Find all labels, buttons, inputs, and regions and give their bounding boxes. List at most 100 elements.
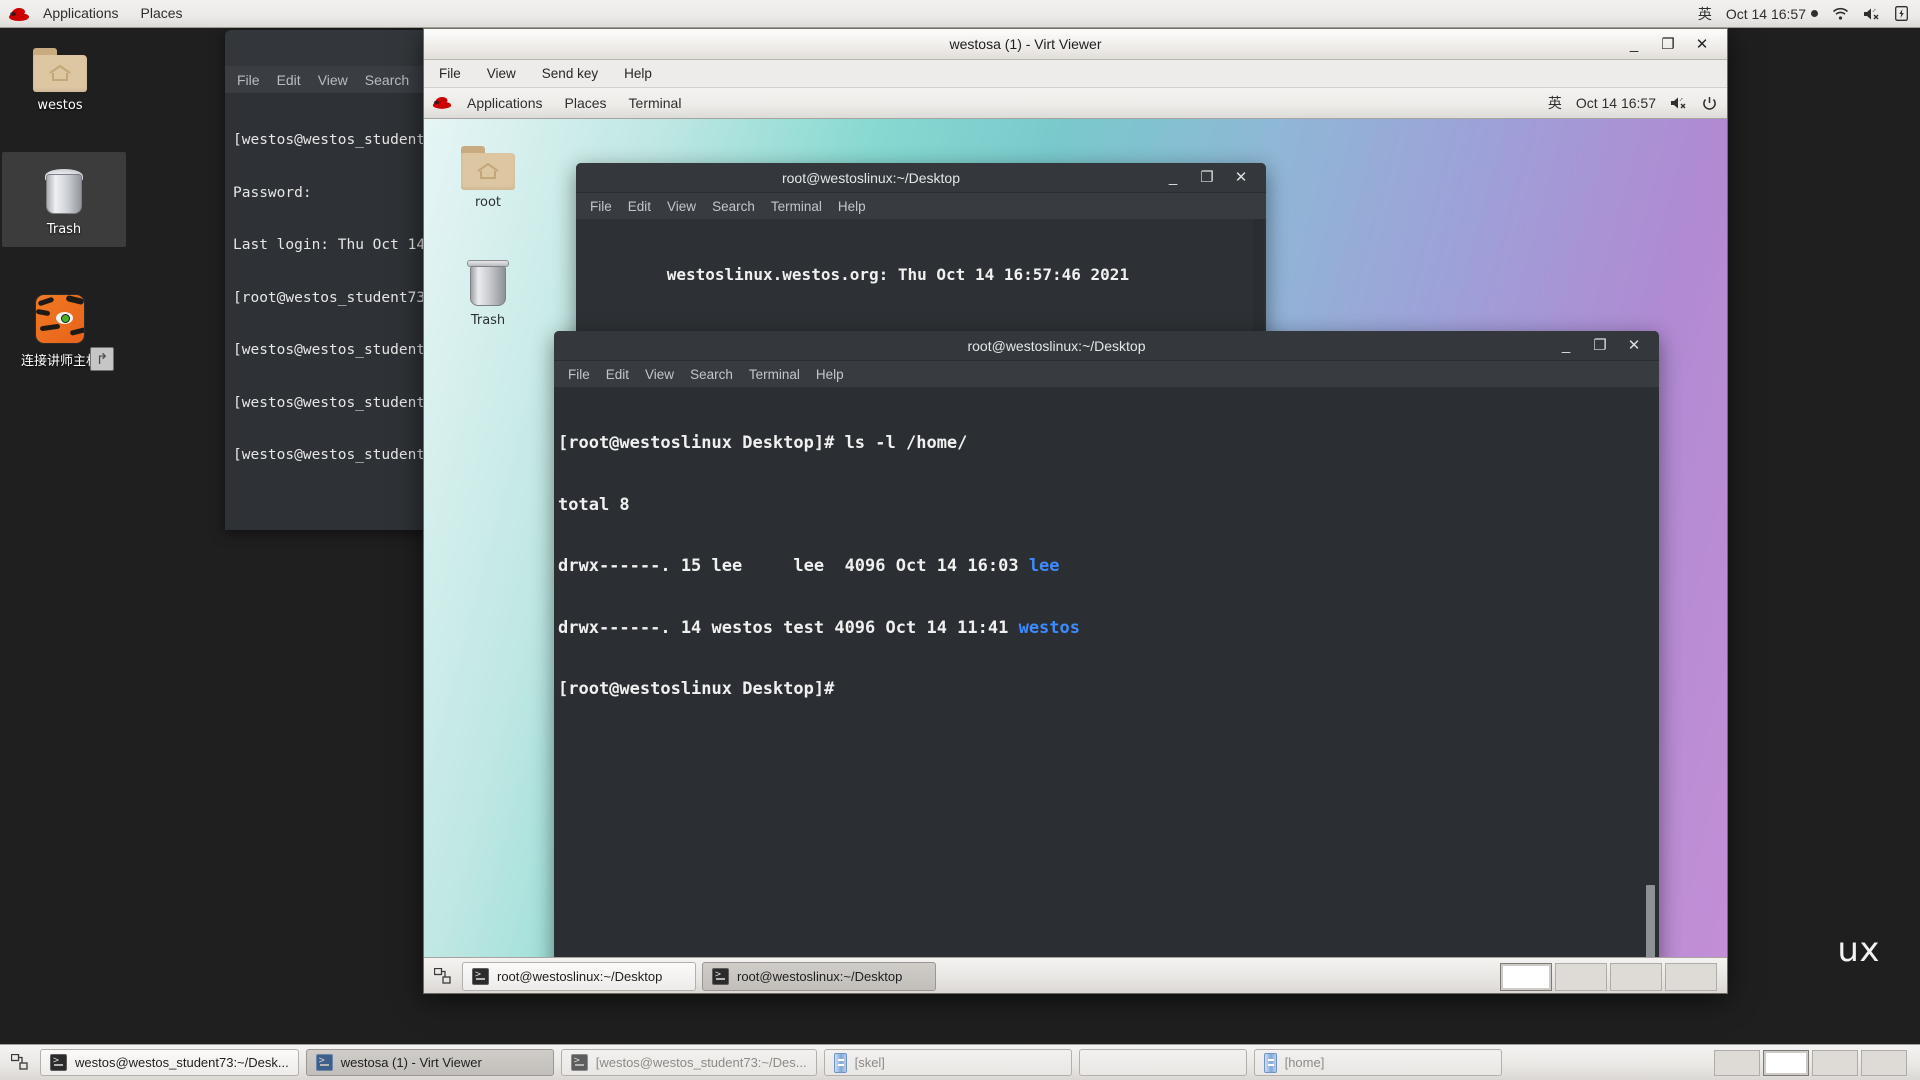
host-workspace-1[interactable] bbox=[1714, 1050, 1760, 1076]
vm-workspace-4[interactable] bbox=[1665, 963, 1717, 991]
vm-back-terminal-menubar[interactable]: File Edit View Search Terminal Help bbox=[576, 193, 1266, 219]
vm-taskbar[interactable]: root@westoslinux:~/Desktop root@westosli… bbox=[424, 957, 1728, 994]
menu-terminal[interactable]: Terminal bbox=[771, 199, 822, 214]
menu-edit[interactable]: Edit bbox=[628, 199, 651, 214]
virt-viewer-icon bbox=[316, 1054, 333, 1071]
maximize-button[interactable]: ❐ bbox=[1200, 170, 1214, 185]
menu-edit[interactable]: Edit bbox=[606, 367, 629, 382]
vm-taskbar-item-terminal-1[interactable]: root@westoslinux:~/Desktop bbox=[462, 962, 696, 991]
vm-top-panel[interactable]: Applications Places Terminal 英 Oct 14 16… bbox=[424, 88, 1728, 119]
host-top-panel[interactable]: Applications Places 英 Oct 14 16:57 bbox=[0, 0, 1920, 28]
show-desktop-icon[interactable] bbox=[430, 964, 454, 990]
recording-dot-icon bbox=[1811, 10, 1818, 17]
menu-help[interactable]: Help bbox=[619, 64, 657, 83]
minimize-button[interactable]: _ bbox=[1559, 338, 1573, 353]
minimize-button[interactable]: _ bbox=[1166, 170, 1180, 185]
battery-icon[interactable] bbox=[1895, 6, 1908, 21]
terminal-line: [root@westoslinux Desktop]# ls -l /home/ bbox=[558, 433, 1653, 454]
wifi-icon[interactable] bbox=[1832, 7, 1849, 21]
menu-help[interactable]: Help bbox=[816, 367, 844, 382]
close-button[interactable]: ✕ bbox=[1695, 37, 1709, 52]
menu-applications[interactable]: Applications bbox=[456, 88, 554, 118]
power-icon[interactable] bbox=[1702, 96, 1717, 111]
tiger-app-icon: ↱ bbox=[8, 288, 112, 344]
menu-send-key[interactable]: Send key bbox=[537, 64, 603, 83]
terminal-line: westoslinux.westos.org: Thu Oct 14 16:57… bbox=[580, 265, 1260, 286]
trash-full-icon bbox=[2, 160, 126, 216]
vm-front-terminal-titlebar[interactable]: root@westoslinux:~/Desktop _ ❐ ✕ bbox=[554, 331, 1659, 361]
menu-file[interactable]: File bbox=[590, 199, 612, 214]
menu-view[interactable]: View bbox=[645, 367, 674, 382]
host-taskbar[interactable]: westos@westos_student73:~/Desk... westos… bbox=[0, 1044, 1920, 1080]
desktop-icon-connect-teacher-host[interactable]: ↱ 连接讲师主机 bbox=[8, 288, 112, 369]
host-panel-status-area[interactable]: 英 Oct 14 16:57 bbox=[1698, 4, 1920, 24]
menu-help[interactable]: Help bbox=[838, 199, 866, 214]
taskbar-item-label: [home] bbox=[1285, 1055, 1325, 1070]
maximize-button[interactable]: ❐ bbox=[1661, 37, 1675, 52]
close-button[interactable]: ✕ bbox=[1234, 170, 1248, 185]
host-workspace-3[interactable] bbox=[1812, 1050, 1858, 1076]
menu-view[interactable]: View bbox=[667, 199, 696, 214]
vm-taskbar-item-terminal-2[interactable]: root@westoslinux:~/Desktop bbox=[702, 962, 936, 991]
vm-workspace-2[interactable] bbox=[1555, 963, 1607, 991]
host-workspace-switcher[interactable] bbox=[1714, 1050, 1913, 1076]
menu-places[interactable]: Places bbox=[130, 0, 194, 27]
virt-viewer-titlebar[interactable]: westosa (1) - Virt Viewer _ ❐ ✕ bbox=[424, 29, 1727, 60]
close-button[interactable]: ✕ bbox=[1627, 338, 1641, 353]
menu-terminal[interactable]: Terminal bbox=[618, 88, 693, 118]
menu-file[interactable]: File bbox=[568, 367, 590, 382]
speaker-muted-icon[interactable] bbox=[1670, 96, 1688, 110]
clock[interactable]: Oct 14 16:57 bbox=[1576, 95, 1656, 111]
menu-applications[interactable]: Applications bbox=[32, 0, 130, 27]
vm-front-terminal-window-controls[interactable]: _ ❐ ✕ bbox=[1559, 338, 1659, 353]
vm-desktop-icon-root[interactable]: root bbox=[440, 138, 536, 210]
terminal-icon bbox=[472, 968, 489, 985]
taskbar-item-terminal-westos[interactable]: westos@westos_student73:~/Desk... bbox=[40, 1049, 299, 1076]
virt-viewer-window-controls[interactable]: _ ❐ ✕ bbox=[1627, 37, 1727, 52]
menu-view[interactable]: View bbox=[318, 72, 348, 88]
maximize-button[interactable]: ❐ bbox=[1593, 338, 1607, 353]
vm-desktop-icon-trash[interactable]: Trash bbox=[440, 256, 536, 328]
taskbar-item-virt-viewer[interactable]: westosa (1) - Virt Viewer bbox=[306, 1049, 554, 1076]
host-workspace-2[interactable] bbox=[1763, 1050, 1809, 1076]
vm-workspace-switcher[interactable] bbox=[1500, 963, 1723, 991]
menu-view[interactable]: View bbox=[482, 64, 521, 83]
vm-workspace-1[interactable] bbox=[1500, 963, 1552, 991]
taskbar-item-terminal-minimized[interactable]: [westos@westos_student73:~/Des... bbox=[561, 1049, 817, 1076]
virt-viewer-window[interactable]: westosa (1) - Virt Viewer _ ❐ ✕ File Vie… bbox=[423, 28, 1728, 994]
input-method-indicator[interactable]: 英 bbox=[1548, 93, 1562, 113]
desktop-icon-westos[interactable]: westos bbox=[8, 36, 112, 113]
input-method-indicator[interactable]: 英 bbox=[1698, 4, 1712, 24]
taskbar-item-empty[interactable] bbox=[1079, 1049, 1247, 1076]
file-manager-icon bbox=[834, 1053, 847, 1073]
vm-terminal-window-front[interactable]: root@westoslinux:~/Desktop _ ❐ ✕ File Ed… bbox=[554, 331, 1659, 991]
desktop-icon-trash[interactable]: Trash bbox=[2, 152, 126, 247]
terminal-line-text: drwx------. 15 lee lee 4096 Oct 14 16:03 bbox=[558, 556, 1029, 576]
taskbar-item-home[interactable]: [home] bbox=[1254, 1049, 1502, 1076]
vm-panel-status-area[interactable]: 英 Oct 14 16:57 bbox=[1548, 93, 1728, 113]
clock-text: Oct 14 16:57 bbox=[1726, 6, 1806, 22]
vm-screen[interactable]: Applications Places Terminal 英 Oct 14 16… bbox=[424, 88, 1728, 994]
vm-front-terminal-menubar[interactable]: File Edit View Search Terminal Help bbox=[554, 361, 1659, 387]
menu-search[interactable]: Search bbox=[365, 72, 409, 88]
menu-search[interactable]: Search bbox=[690, 367, 733, 382]
menu-search[interactable]: Search bbox=[712, 199, 755, 214]
taskbar-item-skel[interactable]: [skel] bbox=[824, 1049, 1072, 1076]
vm-front-terminal-scrollbar[interactable] bbox=[1646, 387, 1657, 991]
speaker-muted-icon[interactable] bbox=[1863, 7, 1881, 21]
show-desktop-icon[interactable] bbox=[7, 1050, 31, 1076]
menu-edit[interactable]: Edit bbox=[277, 72, 301, 88]
vm-desktop-icon-label: Trash bbox=[440, 313, 536, 328]
menu-file[interactable]: File bbox=[434, 64, 466, 83]
host-workspace-4[interactable] bbox=[1861, 1050, 1907, 1076]
menu-file[interactable]: File bbox=[237, 72, 260, 88]
minimize-button[interactable]: _ bbox=[1627, 37, 1641, 52]
clock[interactable]: Oct 14 16:57 bbox=[1726, 6, 1818, 22]
menu-places[interactable]: Places bbox=[554, 88, 618, 118]
menu-terminal[interactable]: Terminal bbox=[749, 367, 800, 382]
virt-viewer-menubar[interactable]: File View Send key Help bbox=[424, 60, 1727, 88]
vm-back-terminal-titlebar[interactable]: root@westoslinux:~/Desktop _ ❐ ✕ bbox=[576, 163, 1266, 193]
vm-workspace-3[interactable] bbox=[1610, 963, 1662, 991]
vm-back-terminal-window-controls[interactable]: _ ❐ ✕ bbox=[1166, 170, 1266, 185]
terminal-line-dirname: westos bbox=[1019, 618, 1080, 638]
